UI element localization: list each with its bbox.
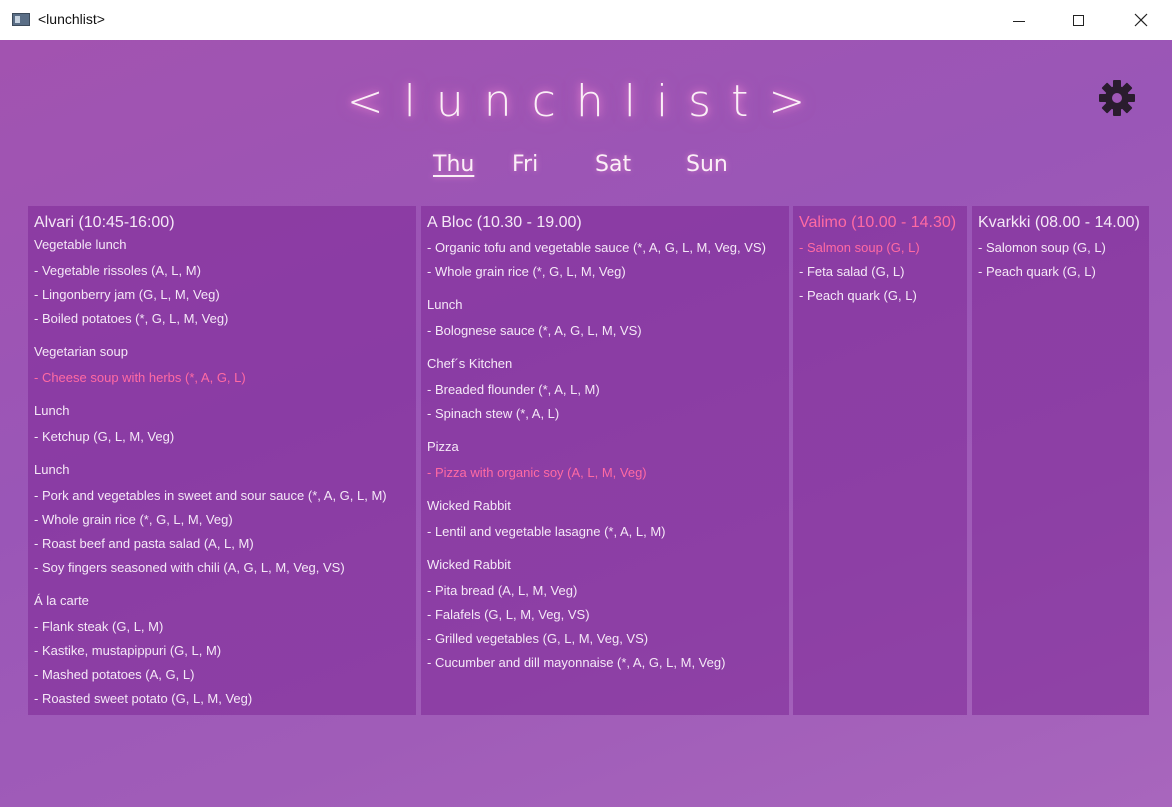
menu-item: - Lingonberry jam (G, L, M, Veg): [34, 287, 220, 302]
tab-thu[interactable]: Thu: [433, 152, 474, 177]
close-icon: [1134, 13, 1148, 27]
menu-item: - Peach quark (G, L): [799, 288, 917, 303]
menu-item: - Lentil and vegetable lasagne (*, A, L,…: [427, 524, 666, 539]
tab-sat[interactable]: Sat: [595, 152, 631, 177]
menu-group-title: Lunch: [427, 297, 463, 312]
menu-item: - Falafels (G, L, M, Veg, VS): [427, 607, 590, 622]
menu-group-title: Pizza: [427, 439, 459, 454]
menu-group: Lunch - Bolognese sauce (*, A, G, L, M, V…: [427, 296, 783, 343]
menu-item: - Pita bread (A, L, M, Veg): [427, 583, 578, 598]
menu-group: Vegetable lunch - Vegetable rissoles (A, …: [34, 236, 410, 331]
window-title: <lunchlist>: [38, 11, 105, 27]
menu-group: Lunch - Ketchup (G, L, M, Veg): [34, 402, 410, 449]
menu-item: - Peach quark (G, L): [978, 264, 1096, 279]
maximize-button[interactable]: [1055, 0, 1101, 40]
menu-group-title: Lunch: [34, 462, 70, 477]
menu-group-title: Vegetable lunch: [34, 237, 127, 252]
menu-item: - Flank steak (G, L, M): [34, 619, 164, 634]
menu-item: - Bolognese sauce (*, A, G, L, M, VS): [427, 323, 642, 338]
restaurant-column: A Bloc (10.30 - 19.00) - Organic tofu and…: [421, 206, 789, 715]
menu-group: Vegetarian soup - Cheese soup with herbs …: [34, 343, 410, 390]
menu-item: - Breaded flounder (*, A, L, M): [427, 382, 600, 397]
restaurant-name: Valimo (10.00 - 14.30): [799, 214, 957, 231]
maximize-icon: [1072, 14, 1084, 26]
tab-fri[interactable]: Fri: [512, 152, 538, 177]
menu-group: Pizza - Pizza with organic soy (A, L, M, …: [427, 438, 783, 485]
app-icon: [12, 13, 30, 26]
menu-item: - Whole grain rice (*, G, L, M, Veg): [427, 264, 626, 279]
tab-sun[interactable]: Sun: [686, 152, 728, 177]
menu-group: Lunch - Pork and vegetables in sweet and …: [34, 461, 410, 580]
menu-group: - Salomon soup (G, L) - Peach quark (G, L…: [978, 236, 1143, 284]
gear-icon: [1099, 80, 1135, 116]
menu-group: - Organic tofu and vegetable sauce (*, A…: [427, 236, 783, 284]
app-content: <lunchlist> Thu Fri Sat Sun Alvari (10:4…: [0, 40, 1172, 807]
menu-group: Wicked Rabbit - Pita bread (A, L, M, Veg)…: [427, 556, 783, 675]
menu-item: - Kastike, mustapippuri (G, L, M): [34, 643, 222, 658]
menu-item: - Spinach stew (*, A, L): [427, 406, 560, 421]
menu-group-title: Wicked Rabbit: [427, 557, 511, 572]
settings-button[interactable]: [1097, 78, 1137, 118]
menu-item: - Vegetable rissoles (A, L, M): [34, 263, 201, 278]
menu-item: - Ketchup (G, L, M, Veg): [34, 429, 175, 444]
minimize-button[interactable]: [996, 0, 1042, 40]
menu-item: - Grilled vegetables (G, L, M, Veg, VS): [427, 631, 649, 646]
menu-group: Á la carte - Flank steak (G, L, M) - Kasti…: [34, 592, 410, 711]
menu-item: - Salomon soup (G, L): [978, 240, 1106, 255]
menu-item: - Soy fingers seasoned with chili (A, G,…: [34, 560, 345, 575]
menu-group: - Salmon soup (G, L) - Feta salad (G, L) -…: [799, 236, 961, 308]
menu-item: - Pork and vegetables in sweet and sour …: [34, 488, 387, 503]
menu-item: - Feta salad (G, L): [799, 264, 905, 279]
restaurant-column: Kvarkki (08.00 - 14.00) - Salomon soup (G…: [972, 206, 1149, 715]
menu-item: - Cucumber and dill mayonnaise (*, A, G,…: [427, 655, 726, 670]
menu-item: - Mashed potatoes (A, G, L): [34, 667, 195, 682]
restaurant-name: A Bloc (10.30 - 19.00): [427, 214, 582, 231]
menu-item: - Boiled potatoes (*, G, L, M, Veg): [34, 311, 229, 326]
menu-group-title: Chef´s Kitchen: [427, 356, 513, 371]
menu-group-title: Vegetarian soup: [34, 344, 128, 359]
menu-item: - Pizza with organic soy (A, L, M, Veg): [427, 465, 647, 480]
restaurant-column: Alvari (10:45-16:00) Vegetable lunch - Veg…: [28, 206, 416, 715]
close-button[interactable]: [1118, 0, 1164, 40]
menu-item: - Salmon soup (G, L): [799, 240, 920, 255]
menu-item: - Whole grain rice (*, G, L, M, Veg): [34, 512, 233, 527]
restaurant-name: Alvari (10:45-16:00): [34, 214, 175, 231]
menu-group: Chef´s Kitchen - Breaded flounder (*, A, …: [427, 355, 783, 426]
menu-group-title: Wicked Rabbit: [427, 498, 511, 513]
app-logo: <lunchlist>: [346, 76, 826, 127]
day-tabs: Thu Fri Sat Sun: [0, 152, 1172, 186]
menu-group-title: Lunch: [34, 403, 70, 418]
menu-item: - Roast beef and pasta salad (A, L, M): [34, 536, 254, 551]
menu-group: Wicked Rabbit - Lentil and vegetable lasa…: [427, 497, 783, 544]
menu-group-title: Á la carte: [34, 593, 89, 608]
restaurant-name: Kvarkki (08.00 - 14.00): [978, 214, 1140, 231]
menu-item: - Cheese soup with herbs (*, A, G, L): [34, 370, 246, 385]
minimize-icon: [1013, 20, 1025, 22]
menu-item: - Roasted sweet potato (G, L, M, Veg): [34, 691, 253, 706]
menu-item: - Organic tofu and vegetable sauce (*, A…: [427, 240, 766, 255]
window-titlebar: <lunchlist>: [0, 0, 1172, 40]
restaurant-column: Valimo (10.00 - 14.30) - Salmon soup (G, …: [793, 206, 967, 715]
